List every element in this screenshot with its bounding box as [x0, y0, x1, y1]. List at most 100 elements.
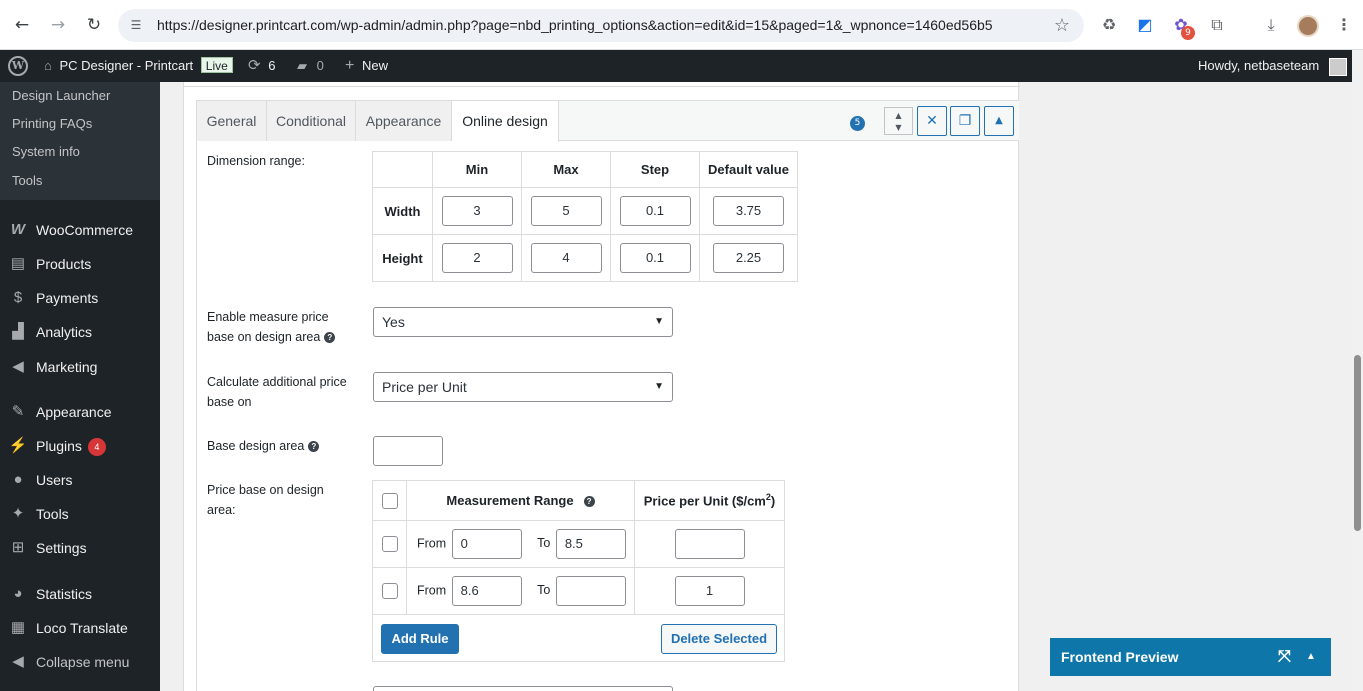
height-step-input[interactable]: 0.1 — [619, 243, 691, 273]
chevron-down-icon: ▼ — [654, 381, 664, 392]
sidebar-item-settings[interactable]: ⊞ Settings — [0, 531, 160, 565]
rule-checkbox[interactable] — [381, 583, 398, 600]
base-area-input[interactable] — [373, 436, 443, 466]
help-icon[interactable]: ? — [324, 332, 336, 344]
sidebar-item-label: Statistics — [36, 586, 93, 602]
sidebar-item-users[interactable]: ● Users — [0, 463, 160, 497]
tab-online-design[interactable]: Online design — [452, 101, 559, 142]
wordpress-logo-icon[interactable]: W — [8, 56, 28, 76]
dimension-table: Min Max Step Default value Width 3 5 0.1… — [372, 151, 798, 282]
next-select-partial[interactable] — [373, 686, 673, 691]
sidebar-item-analytics[interactable]: ▟ Analytics — [0, 315, 160, 349]
rule-checkbox[interactable] — [381, 536, 398, 553]
height-min-input[interactable]: 2 — [441, 243, 513, 273]
submenu-printing-faqs[interactable]: Printing FAQs — [12, 116, 92, 131]
additional-price-value: Price per Unit — [382, 379, 467, 395]
site-name-link[interactable]: ⌂ PC Designer - Printcart Live — [44, 50, 233, 82]
additional-price-select[interactable]: Price per Unit ▼ — [373, 372, 673, 402]
rule-price-input[interactable] — [674, 529, 745, 559]
sidebar-item-plugins[interactable]: ⚡ Plugins 4 — [0, 429, 160, 463]
bookmark-star-icon[interactable]: ☆ — [1054, 15, 1070, 36]
width-step-input[interactable]: 0.1 — [619, 196, 691, 226]
help-icon[interactable]: ? — [583, 496, 595, 508]
page-scrollbar[interactable] — [1352, 50, 1363, 691]
sidebar-item-appearance[interactable]: ✎ Appearance — [0, 395, 160, 429]
sidebar-item-products[interactable]: ▤ Products — [0, 247, 160, 281]
submenu-tools[interactable]: Tools — [12, 173, 42, 188]
sidebar-item-marketing[interactable]: ◀ Marketing — [0, 350, 160, 384]
site-info-icon[interactable]: ☰ — [128, 17, 144, 33]
new-content-link[interactable]: + New — [345, 50, 388, 82]
collapse-field-button[interactable]: ▲ — [984, 106, 1014, 136]
sidebar-item-label: Tools — [36, 506, 69, 522]
translate-icon: ▦ — [10, 619, 26, 636]
caret-up-icon: ▲ — [995, 115, 1003, 126]
sidebar-item-loco-translate[interactable]: ▦ Loco Translate — [0, 611, 160, 645]
reload-icon[interactable]: ↻ — [82, 13, 106, 37]
updates-icon: ⟳ — [248, 57, 261, 74]
price-per-unit-header: Price per Unit ($/cm2) — [634, 480, 785, 521]
sidebar-item-collapse[interactable]: ◀ Collapse menu — [0, 645, 160, 679]
download-icon[interactable]: ⤓ — [1260, 14, 1282, 36]
caret-up-icon[interactable]: ▲ — [1306, 638, 1316, 676]
tab-general[interactable]: General — [197, 101, 267, 141]
header-max: Max — [521, 151, 611, 188]
height-default-input[interactable]: 2.25 — [713, 243, 784, 273]
address-bar[interactable]: ☰ https://designer.printcart.com/wp-admi… — [118, 9, 1084, 42]
submenu-system-info[interactable]: System info — [12, 144, 80, 159]
width-max-input[interactable]: 5 — [530, 196, 602, 226]
header-min: Min — [432, 151, 522, 188]
comment-icon: ▰ — [297, 58, 307, 73]
copy-field-button[interactable]: ❐ — [950, 106, 980, 136]
new-label: New — [361, 58, 388, 73]
submenu-design-launcher[interactable]: Design Launcher — [12, 88, 110, 103]
forward-icon[interactable]: → — [46, 13, 70, 37]
rule-from-input[interactable]: 0 — [451, 529, 522, 559]
more-menu-icon[interactable]: ⋮ — [1333, 14, 1355, 36]
back-icon[interactable]: ← — [10, 13, 34, 37]
width-default-input[interactable]: 3.75 — [713, 196, 784, 226]
updates-link[interactable]: ⟳ 6 — [248, 50, 275, 82]
sidebar-item-tools[interactable]: ✦ Tools — [0, 497, 160, 531]
copy-icon: ❐ — [958, 113, 972, 129]
measure-price-select[interactable]: Yes ▼ — [373, 307, 673, 337]
option-panel: General Conditional Appearance Online de… — [183, 82, 1020, 691]
pie-icon: ◕ — [13, 585, 23, 602]
rule-to-input[interactable]: 8.5 — [555, 529, 626, 559]
comments-link[interactable]: ▰ 0 — [297, 50, 324, 82]
help-icon[interactable]: ? — [308, 441, 320, 453]
drive-extension-icon[interactable]: ◩ — [1134, 14, 1156, 36]
rule-price-input[interactable]: 1 — [674, 576, 745, 606]
collapse-icon: ◀ — [12, 653, 24, 670]
select-all-checkbox[interactable] — [381, 492, 398, 509]
scrollbar-thumb[interactable] — [1354, 355, 1361, 531]
delete-selected-button[interactable]: Delete Selected — [661, 624, 777, 654]
tab-appearance[interactable]: Appearance — [356, 101, 452, 141]
tab-conditional[interactable]: Conditional — [267, 101, 356, 141]
expand-icon[interactable]: ⤧ — [1278, 638, 1291, 676]
rule-from-input[interactable]: 8.6 — [451, 576, 522, 606]
profile-avatar[interactable] — [1297, 15, 1319, 37]
recycle-extension-icon[interactable]: ♻ — [1098, 14, 1120, 36]
height-max-input[interactable]: 4 — [530, 243, 602, 273]
sidebar-item-statistics[interactable]: ◕ Statistics — [0, 577, 160, 611]
home-icon: ⌂ — [44, 58, 52, 73]
extensions-puzzle-icon[interactable]: ⧉ — [1206, 14, 1228, 36]
sidebar-item-payments[interactable]: $ Payments — [0, 281, 160, 315]
sidebar-item-woocommerce[interactable]: W WooCommerce — [0, 213, 160, 247]
my-account-link[interactable]: Howdy, netbaseteam — [1198, 50, 1347, 82]
price-header-end: ) — [770, 493, 776, 509]
megaphone-icon: ◀ — [12, 358, 24, 375]
measurement-range-header-text: Measurement Range — [446, 493, 574, 508]
wp-admin-bar: W ⌂ PC Designer - Printcart Live ⟳ 6 ▰ 0… — [0, 50, 1363, 82]
dimension-corner-cell — [372, 151, 433, 188]
delete-field-button[interactable]: ✕ — [917, 106, 947, 136]
rule-to-input[interactable] — [555, 576, 626, 606]
sort-updown-button[interactable]: ▲ ▼ — [884, 107, 913, 135]
frontend-preview-bar[interactable]: Frontend Preview ⤧ ▲ — [1050, 638, 1331, 676]
wrench-icon: ✦ — [11, 505, 25, 522]
width-min-input[interactable]: 3 — [441, 196, 513, 226]
plus-icon: + — [345, 57, 355, 74]
submenu: Design Launcher Printing FAQs System inf… — [0, 82, 160, 200]
add-rule-button[interactable]: Add Rule — [381, 624, 459, 654]
